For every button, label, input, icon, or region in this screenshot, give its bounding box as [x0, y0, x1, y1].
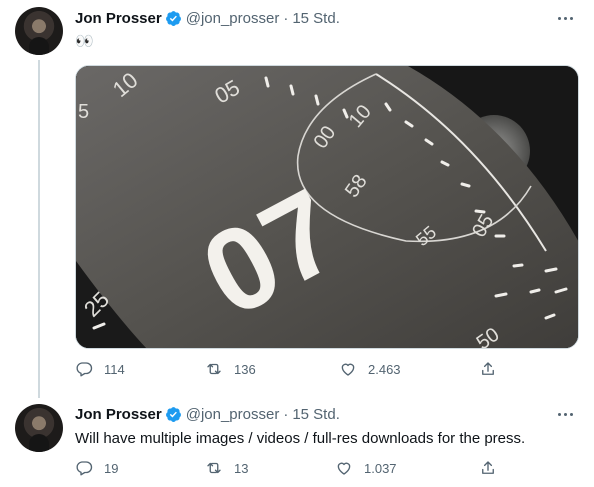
heart-icon	[341, 363, 355, 376]
author-handle[interactable]: @jon_prosser	[186, 406, 280, 423]
retweet-count: 136	[234, 361, 256, 377]
like-count: 1.037	[364, 460, 397, 476]
watch-dial-photo: 07 10 05 5 25 00 10 58 55 05 50	[76, 66, 578, 348]
reply-count: 19	[104, 460, 119, 476]
avatar[interactable]	[15, 7, 63, 55]
avatar[interactable]	[15, 404, 63, 452]
share-icon	[482, 362, 494, 375]
reply-icon	[76, 461, 93, 476]
dial-numeral-5-edge: 5	[78, 101, 89, 123]
retweet-icon	[207, 462, 221, 474]
retweet-icon	[207, 363, 221, 375]
share-button[interactable]	[479, 459, 508, 477]
more-options-icon[interactable]	[554, 9, 576, 27]
reply-count: 114	[104, 361, 125, 377]
like-button[interactable]: 2.463	[339, 360, 401, 378]
like-button[interactable]: 1.037	[335, 459, 397, 477]
like-count: 2.463	[368, 361, 401, 377]
tweet-media-image[interactable]: 07 10 05 5 25 00 10 58 55 05 50	[75, 65, 579, 349]
retweet-button[interactable]: 136	[205, 360, 256, 378]
more-options-icon[interactable]	[554, 405, 576, 423]
reply-button[interactable]: 19	[75, 459, 118, 477]
author-name[interactable]: Jon Prosser	[75, 10, 162, 27]
tweet-text: 👀	[75, 33, 94, 50]
tweet-header: Jon Prosser @jon_prosser · 15 Std.	[75, 7, 340, 29]
timestamp[interactable]: 15 Std.	[292, 406, 340, 423]
author-name[interactable]: Jon Prosser	[75, 406, 162, 423]
author-handle[interactable]: @jon_prosser	[186, 10, 280, 27]
timestamp[interactable]: 15 Std.	[292, 10, 340, 27]
retweet-count: 13	[234, 460, 249, 476]
verified-badge-icon	[165, 10, 181, 26]
tweet-actions: 19 13 1.037	[75, 459, 505, 481]
tweet-text: Will have multiple images / videos / ful…	[75, 430, 526, 447]
tweet-actions: 114 136 2.463	[75, 360, 505, 382]
tweet-header: Jon Prosser @jon_prosser · 15 Std.	[75, 403, 340, 425]
reply-button[interactable]: 114	[75, 360, 125, 378]
reply-icon	[76, 362, 93, 377]
verified-badge-icon	[165, 406, 181, 422]
retweet-button[interactable]: 13	[205, 459, 248, 477]
share-button[interactable]	[479, 360, 508, 378]
share-icon	[482, 461, 494, 474]
thread-line	[38, 60, 40, 398]
heart-icon	[337, 462, 351, 475]
separator-dot: ·	[283, 405, 289, 423]
separator-dot: ·	[283, 9, 289, 27]
